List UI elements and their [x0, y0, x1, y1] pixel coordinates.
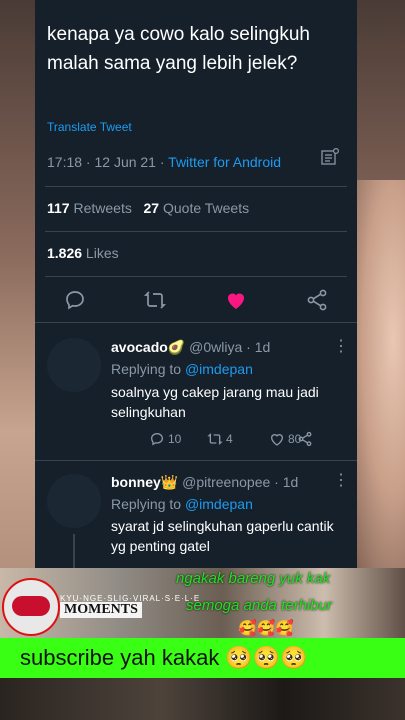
tweet-time: 17:18 · 12 Jun 21 · [47, 154, 169, 170]
divider [35, 322, 357, 323]
avocado-emoji-icon: 🥑 [167, 339, 186, 355]
quotes-count: 27 [143, 200, 160, 216]
channel-logo [2, 578, 60, 636]
more-options-icon[interactable]: ⋮ [333, 470, 349, 490]
retweets-label: Retweets [69, 200, 132, 216]
divider [35, 460, 357, 461]
crown-emoji-icon: 👑 [160, 474, 179, 490]
thread-line [73, 534, 75, 568]
camera-icon [12, 596, 50, 616]
analytics-icon[interactable] [321, 148, 339, 166]
retweet-icon[interactable] [143, 288, 167, 312]
tweet-screenshot: kenapa ya cowo kalo selingkuh malah sama… [35, 0, 357, 568]
promo-line-2: semoga anda terhibur [186, 597, 332, 614]
reply-reply-action[interactable]: 10 [149, 431, 181, 447]
retweets-count: 117 [47, 200, 70, 216]
reply-retweet-action[interactable]: 4 [207, 431, 233, 447]
tweet-meta: 17:18 · 12 Jun 21 · Twitter for Android [47, 154, 281, 170]
heart-face-emojis: 🥰🥰🥰 [238, 620, 295, 637]
likes-count: 1.826 [47, 245, 83, 261]
retweet-icon [207, 433, 223, 445]
reply-handle: @pitreenopee · 1d [182, 474, 299, 490]
reply-author[interactable]: avocado🥑 @0wliya · 1d [111, 339, 270, 356]
reply-icon [150, 432, 164, 446]
avatar[interactable] [47, 338, 101, 392]
tweet-source[interactable]: Twitter for Android [168, 154, 281, 170]
quotes-label: Quote Tweets [159, 200, 250, 216]
replying-prefix: Replying to [111, 361, 185, 377]
reply-text: soalnya yg cakep jarang mau jadi selingk… [111, 384, 319, 420]
reply-author[interactable]: bonney👑 @pitreenopee · 1d [111, 474, 298, 491]
promo-line-1: ngakak bareng yuk kak [176, 570, 331, 587]
like-heart-icon[interactable] [224, 288, 248, 312]
reply-name: bonney [111, 474, 161, 490]
likes-stats[interactable]: 1.826 Likes [47, 245, 119, 261]
replying-to-link[interactable]: @imdepan [185, 361, 253, 377]
tweet-text: kenapa ya cowo kalo selingkuh malah sama… [47, 24, 311, 74]
video-bottom [0, 678, 405, 720]
translate-tweet-link[interactable]: Translate Tweet [47, 120, 132, 134]
retweet-count: 4 [226, 432, 233, 446]
reply-text: syarat jd selingkuhan gaperlu cantik yg … [111, 518, 334, 554]
avatar[interactable] [47, 474, 101, 528]
reply-count: 10 [168, 432, 182, 446]
reply-icon[interactable] [63, 288, 87, 312]
share-icon[interactable] [297, 431, 313, 447]
heart-icon [270, 434, 284, 446]
likes-label: Likes [82, 245, 119, 261]
reply-handle: @0wliya · 1d [189, 339, 271, 355]
divider [45, 231, 347, 232]
reply-name: avocado [111, 339, 168, 355]
more-options-icon[interactable]: ⋮ [333, 336, 349, 356]
replying-prefix: Replying to [111, 496, 185, 512]
subscribe-text: subscribe yah kakak 🥺🥺🥺 [20, 645, 308, 670]
replying-to-link[interactable]: @imdepan [185, 496, 253, 512]
replying-to: Replying to @imdepan [111, 361, 253, 377]
share-icon[interactable] [305, 288, 329, 312]
retweet-stats[interactable]: 117 Retweets 27 Quote Tweets [47, 200, 249, 216]
divider [45, 186, 347, 187]
replying-to: Replying to @imdepan [111, 496, 253, 512]
divider [45, 276, 347, 277]
brand-name: MOMENTS [60, 602, 142, 618]
